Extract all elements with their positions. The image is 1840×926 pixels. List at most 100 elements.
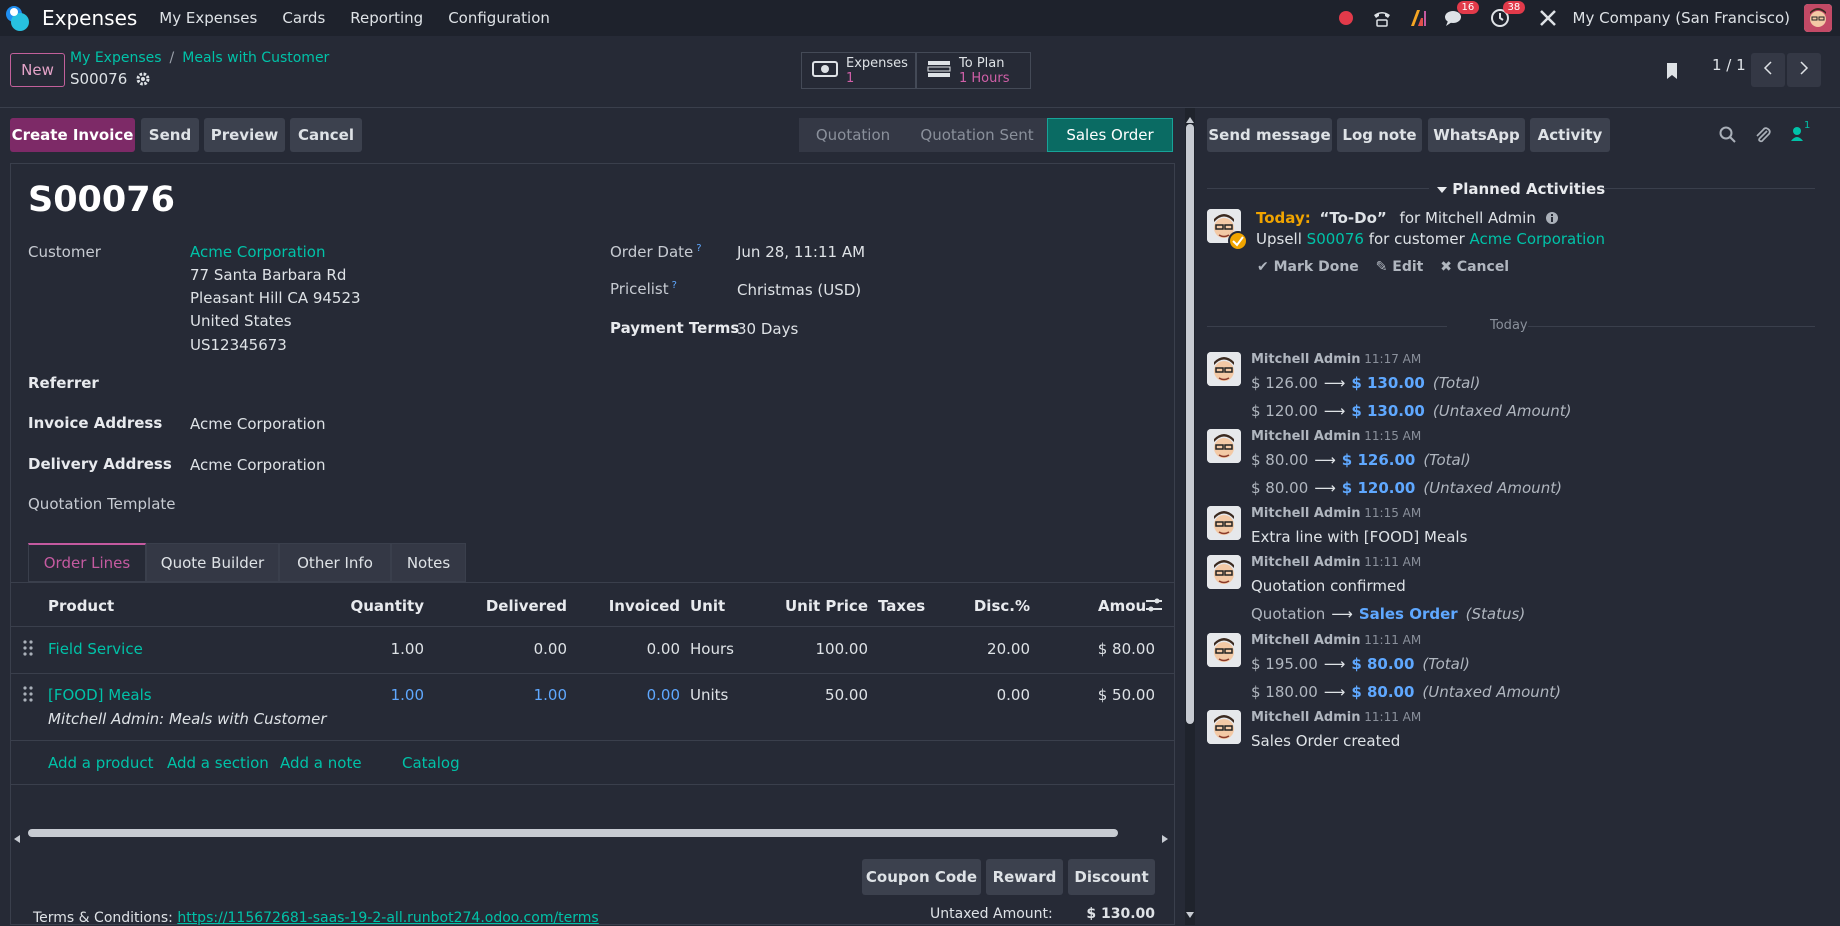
- col-unit[interactable]: Unit: [690, 597, 725, 615]
- col-discount[interactable]: Disc.%: [950, 597, 1030, 615]
- invoice-address-field[interactable]: Acme Corporation: [190, 415, 325, 433]
- row1-product[interactable]: Field Service: [48, 640, 143, 658]
- scroll-down-icon[interactable]: [1186, 904, 1194, 922]
- catalog-link[interactable]: Catalog: [402, 754, 460, 772]
- message-author[interactable]: Mitchell Admin 11:17 AM: [1251, 352, 1421, 367]
- new-button[interactable]: New: [10, 53, 65, 87]
- row2-delivered[interactable]: 1.00: [450, 686, 567, 704]
- tools-icon[interactable]: [1537, 7, 1559, 29]
- breadcrumb-meals[interactable]: Meals with Customer: [182, 50, 329, 66]
- message-author[interactable]: Mitchell Admin 11:11 AM: [1251, 633, 1421, 648]
- message-avatar[interactable]: [1207, 710, 1241, 744]
- activity-customer-link[interactable]: Acme Corporation: [1470, 230, 1605, 248]
- col-quantity[interactable]: Quantity: [330, 597, 425, 615]
- message-author-name[interactable]: Mitchell Admin: [1251, 710, 1360, 725]
- user-avatar[interactable]: [1804, 4, 1832, 32]
- vertical-scrollbar-thumb[interactable]: [1186, 124, 1194, 724]
- pager-value[interactable]: 1 / 1: [1712, 56, 1746, 74]
- ai-icon[interactable]: [1407, 7, 1429, 29]
- delivery-address-field[interactable]: Acme Corporation: [190, 456, 325, 474]
- message-author[interactable]: Mitchell Admin 11:15 AM: [1251, 429, 1421, 444]
- row2-unit-price[interactable]: 50.00: [770, 686, 868, 704]
- whatsapp-button[interactable]: WhatsApp: [1428, 118, 1525, 152]
- activity-order-link[interactable]: S00076: [1307, 230, 1364, 248]
- create-invoice-button[interactable]: Create Invoice: [10, 118, 135, 152]
- chat-icon[interactable]: 16: [1443, 1, 1480, 29]
- status-sales-order[interactable]: Sales Order: [1047, 118, 1173, 152]
- horizontal-scrollbar[interactable]: [12, 826, 1170, 843]
- row2-unit[interactable]: Units: [690, 686, 728, 704]
- customer-link[interactable]: Acme Corporation: [190, 243, 325, 261]
- status-quotation-sent[interactable]: Quotation Sent: [907, 118, 1047, 152]
- col-delivered[interactable]: Delivered: [450, 597, 567, 615]
- col-amount[interactable]: Amou: [1098, 597, 1146, 615]
- menu-my-expenses[interactable]: My Expenses: [159, 9, 257, 27]
- menu-cards[interactable]: Cards: [282, 9, 325, 27]
- planned-activities-toggle[interactable]: Planned Activities: [1437, 180, 1605, 198]
- row2-description[interactable]: Mitchell Admin: Meals with Customer: [48, 710, 327, 728]
- discount-button[interactable]: Discount: [1068, 859, 1155, 895]
- message-author-name[interactable]: Mitchell Admin: [1251, 429, 1360, 444]
- status-quotation[interactable]: Quotation: [799, 118, 907, 152]
- phone-icon[interactable]: [1371, 7, 1393, 29]
- attachment-icon[interactable]: [1754, 126, 1772, 148]
- col-invoiced[interactable]: Invoiced: [590, 597, 680, 615]
- preview-button[interactable]: Preview: [204, 118, 285, 152]
- tab-notes[interactable]: Notes: [391, 543, 466, 582]
- message-avatar[interactable]: [1207, 633, 1241, 667]
- activity-button[interactable]: Activity: [1530, 118, 1610, 152]
- bookmark-icon[interactable]: [1664, 61, 1680, 85]
- terms-link[interactable]: https://115672681-saas-19-2-all.runbot27…: [177, 910, 598, 926]
- tab-order-lines[interactable]: Order Lines: [28, 543, 146, 582]
- menu-reporting[interactable]: Reporting: [350, 9, 423, 27]
- message-avatar[interactable]: [1207, 555, 1241, 589]
- smart-button-to-plan[interactable]: To Plan 1 Hours: [916, 52, 1031, 89]
- app-name[interactable]: Expenses: [42, 6, 137, 30]
- tab-other-info[interactable]: Other Info: [279, 543, 391, 582]
- col-product[interactable]: Product: [48, 597, 114, 615]
- row1-unit[interactable]: Hours: [690, 640, 734, 658]
- order-date-field[interactable]: Jun 28, 11:11 AM: [737, 243, 865, 261]
- expenses-app-icon[interactable]: [2, 2, 34, 34]
- pager-next-button[interactable]: [1787, 53, 1821, 87]
- add-product-link[interactable]: Add a product: [48, 754, 153, 772]
- pricelist-help-icon[interactable]: ?: [672, 280, 677, 291]
- payment-terms-field[interactable]: 30 Days: [737, 320, 798, 338]
- row1-delivered[interactable]: 0.00: [450, 640, 567, 658]
- message-author-name[interactable]: Mitchell Admin: [1251, 555, 1360, 570]
- message-author-name[interactable]: Mitchell Admin: [1251, 506, 1360, 521]
- cancel-activity-button[interactable]: ✖ Cancel: [1440, 259, 1509, 275]
- company-switcher[interactable]: My Company (San Francisco): [1573, 9, 1790, 27]
- followers-icon[interactable]: 1: [1790, 120, 1810, 146]
- search-icon[interactable]: [1719, 126, 1737, 148]
- mark-done-button[interactable]: ✔ Mark Done: [1257, 259, 1359, 275]
- message-author-name[interactable]: Mitchell Admin: [1251, 352, 1360, 367]
- message-author-name[interactable]: Mitchell Admin: [1251, 633, 1360, 648]
- message-avatar[interactable]: [1207, 506, 1241, 540]
- record-icon[interactable]: [1335, 7, 1357, 29]
- message-author[interactable]: Mitchell Admin 11:11 AM: [1251, 555, 1421, 570]
- add-note-link[interactable]: Add a note: [280, 754, 362, 772]
- pager-previous-button[interactable]: [1751, 53, 1785, 87]
- message-avatar[interactable]: [1207, 352, 1241, 386]
- drag-handle-icon[interactable]: [23, 686, 33, 706]
- scroll-left-icon[interactable]: [14, 829, 22, 847]
- row2-product[interactable]: [FOOD] Meals: [48, 686, 152, 704]
- row2-discount[interactable]: 0.00: [950, 686, 1030, 704]
- edit-activity-button[interactable]: ✎ Edit: [1376, 259, 1424, 275]
- pricelist-field[interactable]: Christmas (USD): [737, 281, 861, 299]
- send-message-button[interactable]: Send message: [1207, 118, 1332, 152]
- row1-discount[interactable]: 20.00: [950, 640, 1030, 658]
- col-unit-price[interactable]: Unit Price: [770, 597, 868, 615]
- drag-handle-icon[interactable]: [23, 640, 33, 660]
- smart-button-expenses[interactable]: Expenses 1: [801, 52, 916, 89]
- row1-quantity[interactable]: 1.00: [330, 640, 424, 658]
- column-settings-icon[interactable]: [1145, 597, 1163, 617]
- reward-button[interactable]: Reward: [986, 859, 1063, 895]
- message-author[interactable]: Mitchell Admin 11:15 AM: [1251, 506, 1421, 521]
- col-taxes[interactable]: Taxes: [878, 597, 925, 615]
- gear-icon[interactable]: [136, 72, 150, 90]
- menu-configuration[interactable]: Configuration: [448, 9, 550, 27]
- breadcrumb-my-expenses[interactable]: My Expenses: [70, 50, 162, 66]
- row2-quantity[interactable]: 1.00: [330, 686, 424, 704]
